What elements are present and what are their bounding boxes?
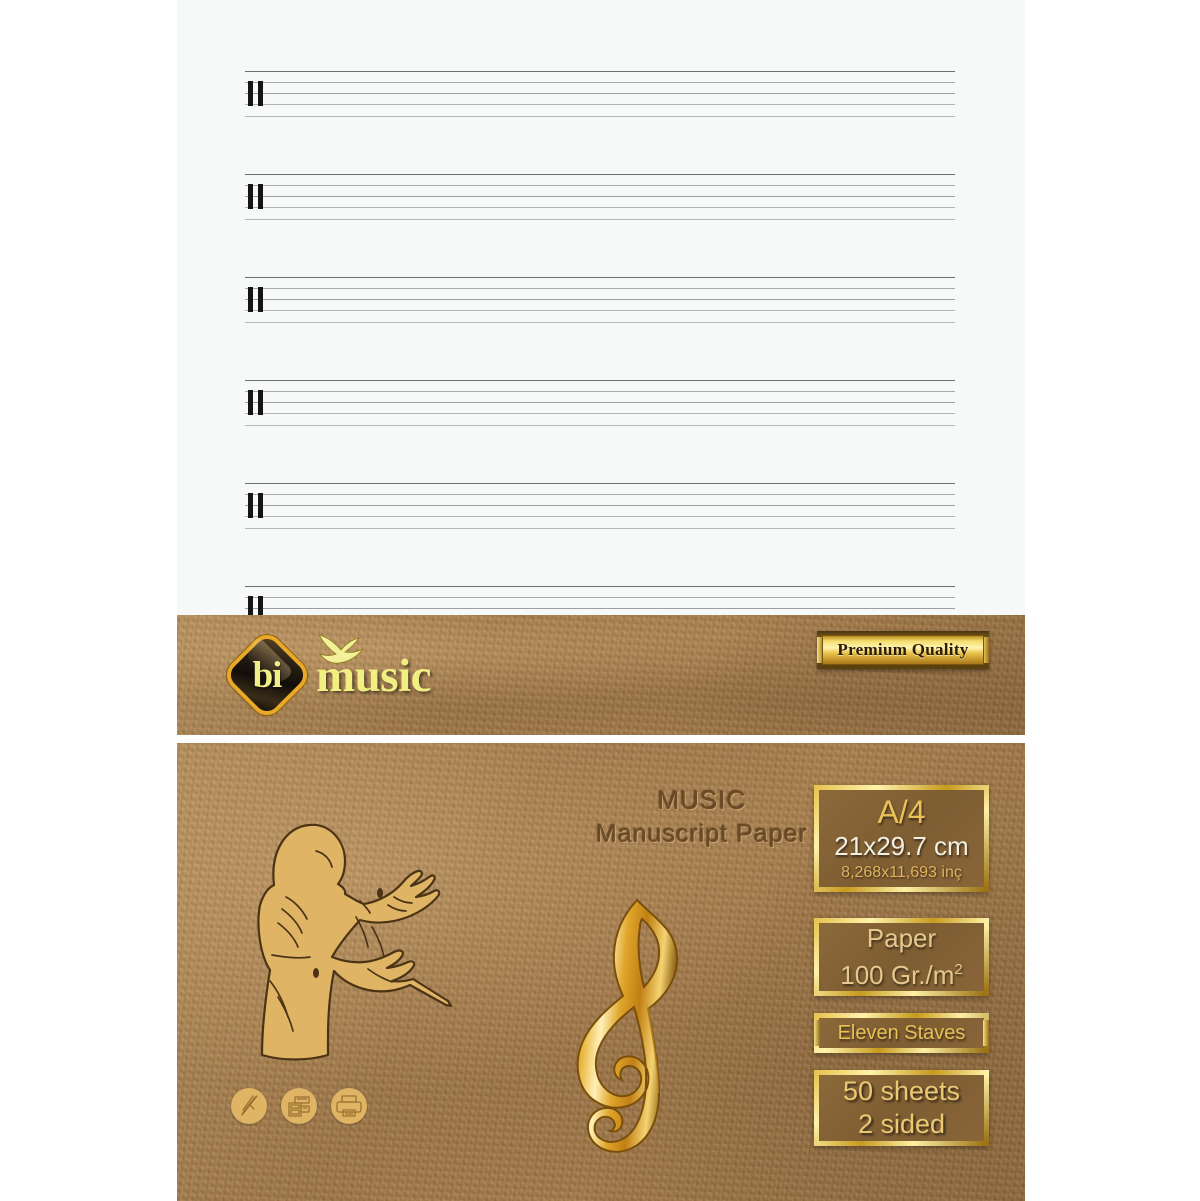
brand-band: bi music Premium Quality (177, 615, 1025, 735)
staff-line (245, 207, 955, 208)
staff-line (245, 277, 955, 278)
staff-line (245, 219, 955, 220)
spec-size-label: A/4 (877, 793, 926, 830)
staff-line (245, 402, 955, 403)
spec-paper-weight-sup: 2 (954, 961, 963, 979)
staff-line (245, 82, 955, 83)
spec-sheets-box: 50 sheets 2 sided (814, 1070, 989, 1146)
spec-paper-weight-value: 100 Gr./m (840, 959, 955, 990)
spec-paper-weight: 100 Gr./m2 (840, 954, 963, 991)
staff-line (245, 516, 955, 517)
bi-logo-text: bi (252, 654, 283, 696)
staff-line (245, 391, 955, 392)
barline-mark (258, 287, 263, 312)
cover-panel: MUSIC Manuscript Paper A/4 21x29.7 cm 8,… (177, 743, 1025, 1201)
staff-system (245, 174, 955, 220)
barline-mark (248, 390, 253, 415)
music-wordmark: music (316, 650, 432, 702)
staves-nub-left (814, 1020, 820, 1046)
title-line-2: Manuscript Paper (596, 820, 808, 848)
page-title: MUSIC Manuscript Paper (557, 783, 847, 851)
staff-line (245, 71, 955, 72)
printer-icon (331, 1088, 367, 1124)
barline-mark (258, 184, 263, 209)
spec-size-box: A/4 21x29.7 cm 8,268x11,693 inç (814, 785, 989, 892)
staff-line (245, 116, 955, 117)
spec-staves-label: Eleven Staves (837, 1021, 966, 1044)
staff-line (245, 322, 955, 323)
barline-mark (258, 493, 263, 518)
staff-line (245, 483, 955, 484)
barline-mark (248, 184, 253, 209)
staff-line (245, 288, 955, 289)
staff-system (245, 380, 955, 426)
title-line-1: MUSIC (657, 785, 747, 815)
staves-nub-right (983, 1020, 989, 1046)
pen-icon (231, 1088, 267, 1124)
spec-size-imperial: 8,268x11,693 inç (841, 863, 962, 881)
barline-mark (248, 493, 253, 518)
staff-line (245, 425, 955, 426)
barline-mark (258, 390, 263, 415)
staff-line (245, 413, 955, 414)
staff-line (245, 310, 955, 311)
spec-paper-label: Paper (866, 923, 937, 954)
spec-size-metric: 21x29.7 cm (834, 830, 969, 861)
staff-line (245, 196, 955, 197)
staff-line (245, 494, 955, 495)
barline-mark (258, 81, 263, 106)
staff-line (245, 608, 955, 609)
barline-mark (248, 287, 253, 312)
staff-line (245, 380, 955, 381)
premium-quality-label: Premium Quality (837, 640, 969, 659)
staff-line (245, 185, 955, 186)
barline-mark (248, 81, 253, 106)
spec-staves-box: Eleven Staves (814, 1013, 989, 1053)
spec-sheets-count: 50 sheets (842, 1076, 961, 1106)
staff-line (245, 505, 955, 506)
staff-line (245, 93, 955, 94)
staff-system (245, 483, 955, 529)
premium-quality-badge: Premium Quality (817, 631, 989, 669)
staff-line (245, 597, 955, 598)
spec-sheets-sided: 2 sided (857, 1109, 946, 1139)
staff-line (245, 586, 955, 587)
manuscript-sheet (177, 0, 1025, 632)
conductor-icon (257, 823, 453, 1061)
staff-line (245, 299, 955, 300)
treble-clef-icon (576, 898, 679, 1153)
staff-system (245, 277, 955, 323)
staff-system (245, 71, 955, 117)
staff-line (245, 528, 955, 529)
spec-weight-box: Paper 100 Gr./m2 (814, 918, 989, 996)
staff-line (245, 104, 955, 105)
copier-icon (281, 1088, 317, 1124)
bi-logo: bi (225, 633, 309, 717)
staff-line (245, 174, 955, 175)
